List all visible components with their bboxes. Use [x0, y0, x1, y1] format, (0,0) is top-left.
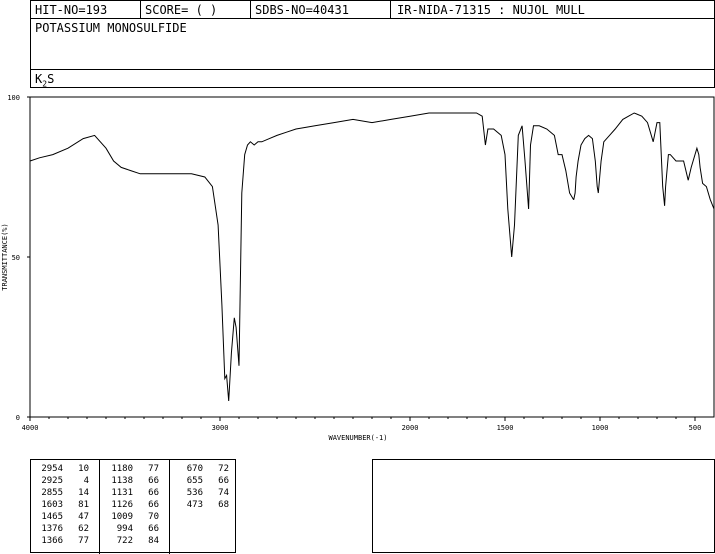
peak-transmittance: 84 — [148, 536, 159, 546]
structure-box — [372, 459, 715, 553]
plot-frame — [29, 96, 715, 418]
peak-wavenumber: 722 — [116, 536, 133, 546]
y-axis-title: TRANSMITTANCE(%) — [1, 223, 9, 290]
x-axis: 4000 3000 2000 1500 1000 500 — [22, 417, 702, 432]
peak-wavenumber: 1126 — [111, 500, 133, 510]
peak-transmittance: 4 — [83, 476, 89, 486]
y-tick-label: 0 — [16, 414, 20, 422]
peak-transmittance: 72 — [218, 464, 229, 474]
peak-column-divider — [99, 460, 100, 554]
x-tick-label: 4000 — [22, 424, 39, 432]
peak-transmittance: 14 — [78, 488, 89, 498]
peak-column-divider — [169, 460, 170, 554]
x-tick-label: 500 — [689, 424, 702, 432]
peak-wavenumber: 994 — [116, 524, 133, 534]
spectrum-line — [29, 112, 715, 402]
peak-wavenumber: 1009 — [111, 512, 133, 522]
peak-transmittance: 77 — [78, 536, 89, 546]
peak-wavenumber: 670 — [186, 464, 203, 474]
peak-transmittance: 66 — [148, 524, 159, 534]
peak-transmittance: 68 — [218, 500, 229, 510]
peak-transmittance: 66 — [148, 476, 159, 486]
y-axis: 0 50 100 — [7, 94, 30, 422]
x-tick-label: 1000 — [592, 424, 609, 432]
ir-spectrum-chart: 0 50 100 4000 3000 2000 1500 1000 500 WAVENUMBE… — [1, 94, 715, 442]
peak-transmittance: 62 — [78, 524, 89, 534]
x-axis-title: WAVENUMBER(-1) — [328, 434, 387, 442]
peak-transmittance: 66 — [148, 500, 159, 510]
x-tick-label: 3000 — [212, 424, 229, 432]
peak-wavenumber: 655 — [186, 476, 203, 486]
y-tick-label: 50 — [12, 254, 20, 262]
x-tick-label: 2000 — [402, 424, 419, 432]
y-tick-label: 100 — [7, 94, 20, 102]
peak-wavenumber: 1138 — [111, 476, 133, 486]
peak-transmittance: 70 — [148, 512, 159, 522]
peak-wavenumber: 2954 — [41, 464, 63, 474]
peak-wavenumber: 1131 — [111, 488, 133, 498]
peak-transmittance: 66 — [148, 488, 159, 498]
peak-wavenumber: 2925 — [41, 476, 63, 486]
peak-wavenumber: 1180 — [111, 464, 133, 474]
peak-wavenumber: 536 — [186, 488, 203, 498]
peak-wavenumber: 1366 — [41, 536, 63, 546]
peak-transmittance: 74 — [218, 488, 229, 498]
peak-transmittance: 81 — [78, 500, 89, 510]
peak-wavenumber: 1376 — [41, 524, 63, 534]
peak-table-box: 2954 10 1180 77 670 72 2925 4 1138 66 655 66 2855 14 1… — [30, 459, 236, 554]
x-tick-label: 1500 — [497, 424, 514, 432]
peak-wavenumber: 1603 — [41, 500, 63, 510]
peak-wavenumber: 473 — [186, 500, 203, 510]
peak-transmittance: 66 — [218, 476, 229, 486]
peak-transmittance: 77 — [148, 464, 159, 474]
peak-wavenumber: 2855 — [41, 488, 63, 498]
peak-transmittance: 47 — [78, 512, 89, 522]
peak-wavenumber: 1465 — [41, 512, 63, 522]
peak-transmittance: 10 — [78, 464, 89, 474]
